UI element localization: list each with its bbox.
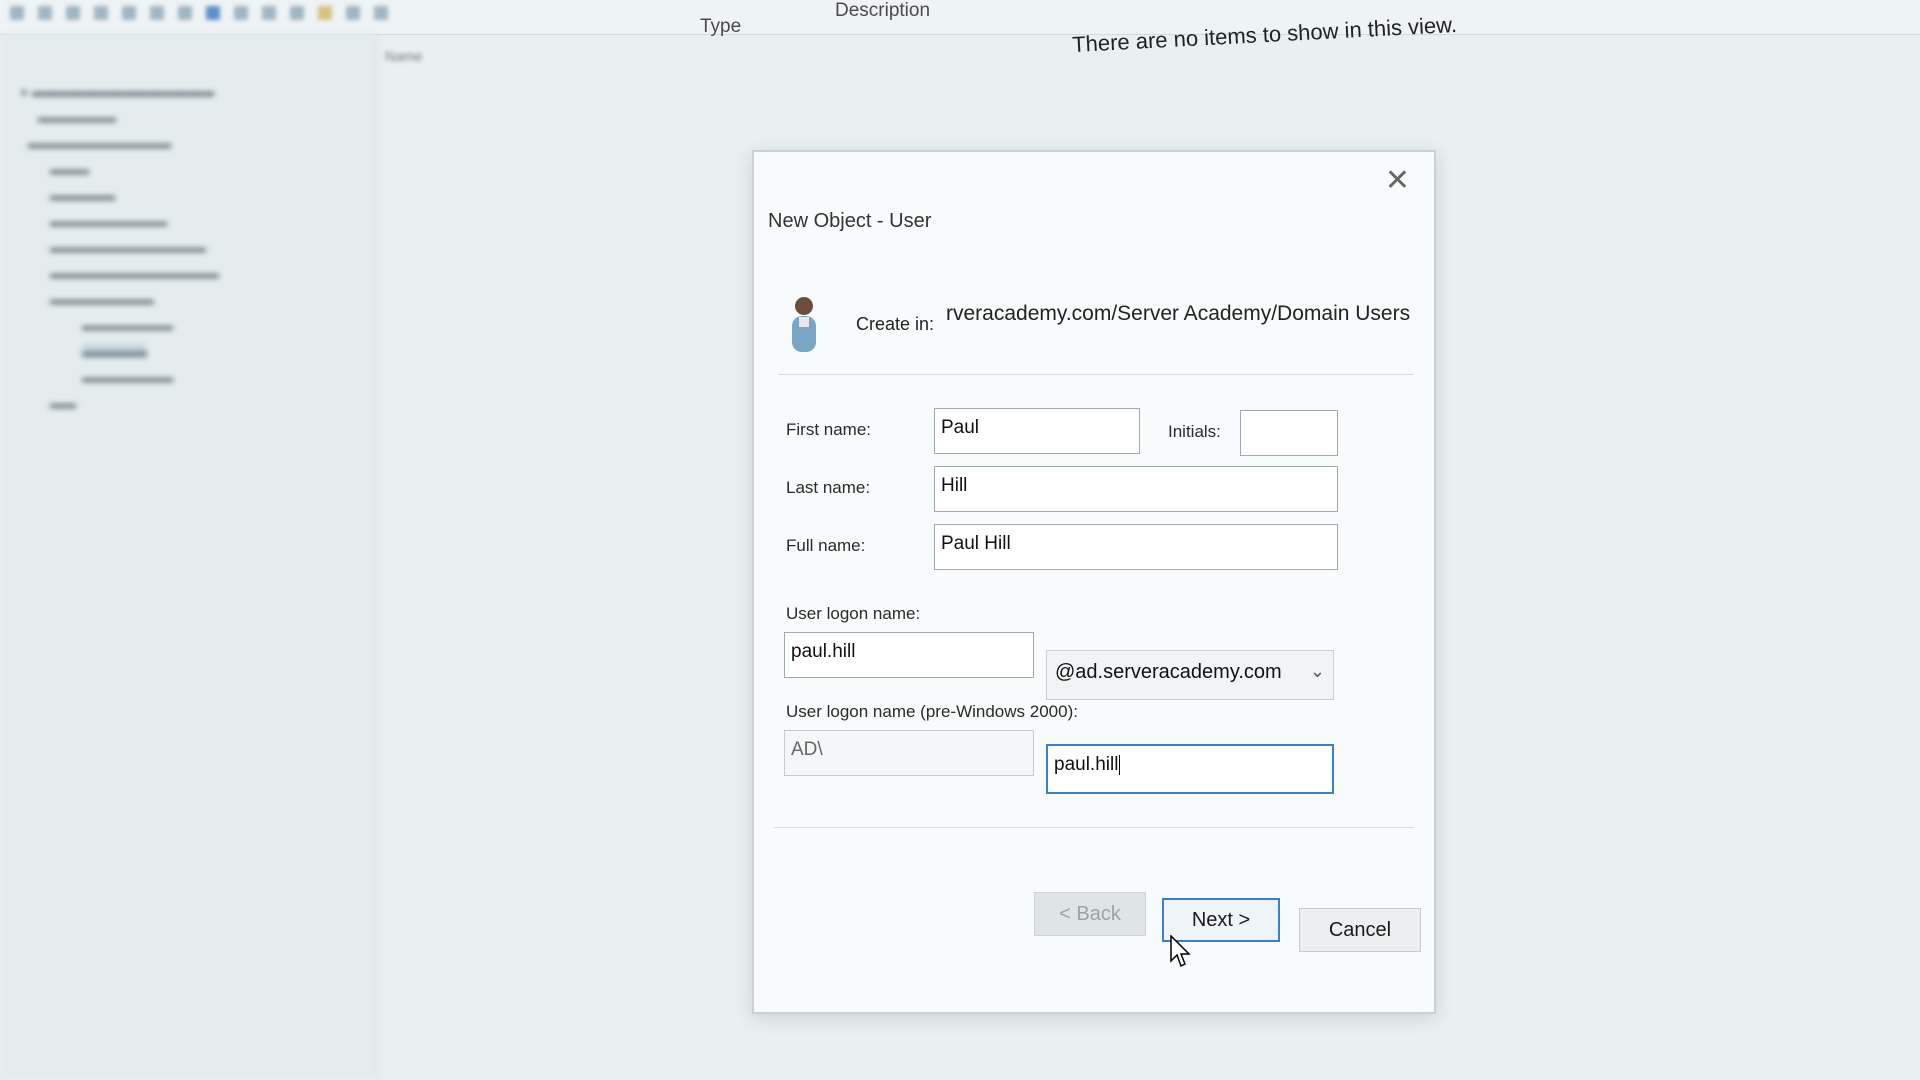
last-name-label: Last name: [786, 478, 871, 497]
full-name-label: Full name: [786, 536, 866, 555]
upn-suffix-value: @ad.serveracademy.com [1055, 661, 1282, 683]
list-column-type[interactable]: Type [700, 16, 741, 38]
delegate-icon[interactable] [374, 6, 388, 20]
refresh-icon[interactable] [122, 6, 136, 20]
pre2000-logon-field[interactable]: paul.hill [1046, 744, 1334, 794]
initials-label: Initials: [1168, 422, 1221, 441]
tree-item-computers[interactable]: ▬▬▬▬▬ [50, 188, 115, 203]
tree-item-member-servers[interactable]: ▬▬▬▬▬▬▬ [82, 370, 173, 385]
dialog-title: New Object - User [768, 210, 932, 232]
help-icon[interactable] [178, 6, 192, 20]
cancel-button[interactable]: Cancel [1299, 908, 1421, 952]
folder-new-icon[interactable] [318, 6, 332, 20]
logon-name-field[interactable]: paul.hill [784, 632, 1034, 678]
export-icon[interactable] [150, 6, 164, 20]
pre2000-domain-prefix: AD\ [784, 730, 1034, 776]
user-new-icon[interactable] [206, 6, 220, 20]
tree-item-domain-users[interactable]: ▬▬▬▬▬ [82, 344, 147, 359]
divider [778, 374, 1414, 375]
folder-icon[interactable] [66, 6, 80, 20]
filter-icon[interactable] [290, 6, 304, 20]
tree-item-domain-computers[interactable]: ▬▬▬▬▬▬▬ [82, 318, 173, 333]
mouse-cursor-icon [1170, 935, 1191, 968]
create-in-label: Create in: [856, 314, 935, 334]
full-name-field[interactable]: Paul Hill [934, 524, 1338, 570]
close-icon[interactable]: ✕ [1385, 166, 1410, 196]
group-new-icon[interactable] [234, 6, 248, 20]
text-caret [1119, 754, 1121, 775]
new-object-user-dialog: ✕ New Object - User Create in: rveracade… [752, 150, 1436, 1014]
ou-new-icon[interactable] [262, 6, 276, 20]
list-column-name[interactable]: Name [385, 48, 422, 64]
list-column-description[interactable]: Description [835, 0, 930, 22]
last-name-field[interactable]: Hill [934, 466, 1338, 512]
logon-name-label: User logon name: [786, 604, 921, 623]
user-icon [792, 297, 816, 352]
tree-item-server-academy[interactable]: ▬▬▬▬▬▬▬▬ [50, 292, 154, 307]
pre2000-logon-value: paul.hill [1054, 754, 1119, 775]
tree-item-domain[interactable]: ▬▬▬▬▬▬▬▬▬▬▬ [28, 136, 171, 151]
tree-item-foreign-security[interactable]: ▬▬▬▬▬▬▬▬▬▬▬▬ [50, 240, 206, 255]
back-arrow-icon[interactable] [10, 6, 24, 20]
create-in-path: rveracademy.com/Server Academy/Domain Us… [946, 302, 1411, 325]
tree-item-managed-service[interactable]: ▬▬▬▬▬▬▬▬▬▬▬▬▬ [50, 266, 219, 281]
pre2000-label: User logon name (pre-Windows 2000): [786, 702, 1078, 721]
find-icon[interactable] [346, 6, 360, 20]
toolbar-icons [10, 6, 388, 20]
navigation-tree: ▸ ▬▬▬▬▬▬▬▬▬▬▬▬▬▬ ▬▬▬▬▬▬ ▬▬▬▬▬▬▬▬▬▬▬ ▬▬▬ … [0, 34, 376, 1080]
first-name-field[interactable]: Paul [934, 408, 1140, 454]
divider [774, 827, 1414, 828]
chevron-down-icon: ⌄ [1309, 661, 1325, 681]
tree-root-node[interactable]: ▸ ▬▬▬▬▬▬▬▬▬▬▬▬▬▬ [22, 84, 214, 100]
initials-field[interactable] [1240, 410, 1338, 456]
tree-item-users[interactable]: ▬▬ [50, 396, 76, 411]
upn-suffix-dropdown[interactable]: @ad.serveracademy.com ⌄ [1046, 650, 1334, 700]
toolbar [0, 0, 1920, 35]
tree-item-saved-queries[interactable]: ▬▬▬▬▬▬ [38, 110, 116, 125]
tree-item-builtin[interactable]: ▬▬▬ [50, 162, 89, 177]
first-name-label: First name: [786, 420, 872, 439]
tree-item-domain-controllers[interactable]: ▬▬▬▬▬▬▬▬▬ [50, 214, 167, 229]
back-button[interactable]: < Back [1034, 892, 1146, 936]
properties-icon[interactable] [94, 6, 108, 20]
forward-arrow-icon[interactable] [38, 6, 52, 20]
